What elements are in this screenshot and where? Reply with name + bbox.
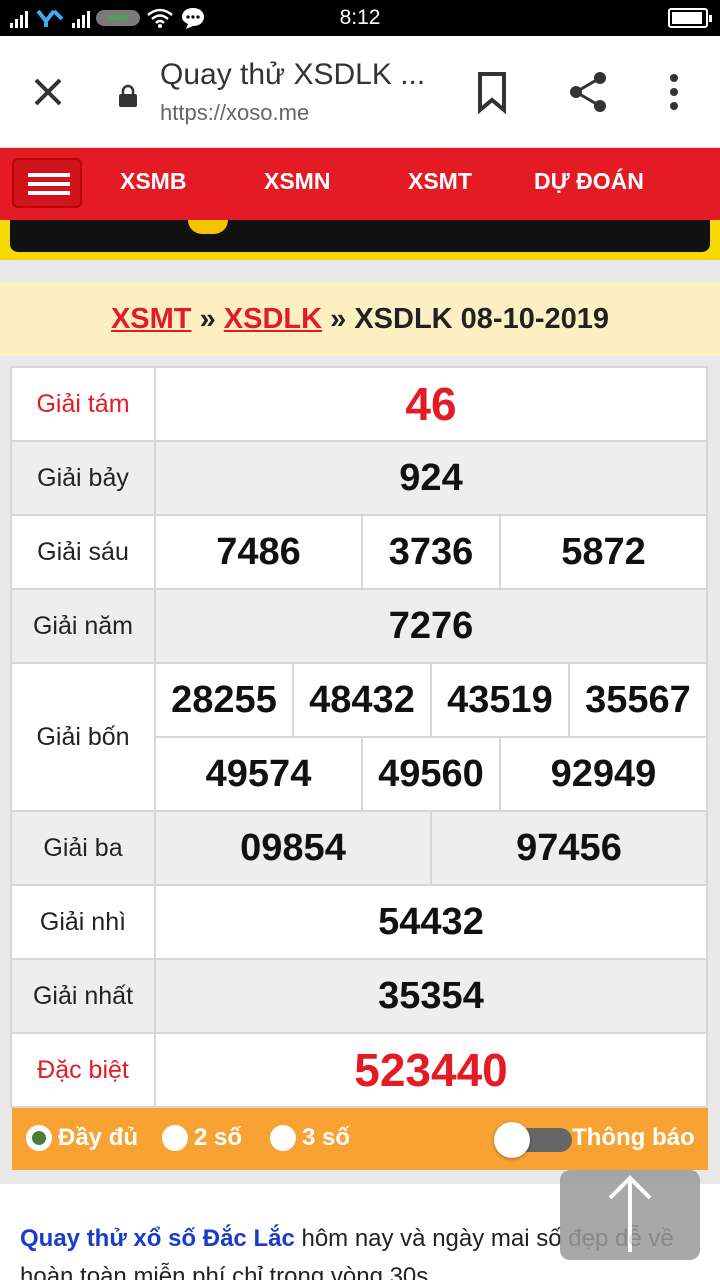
display-options-bar: Đầy đủ 2 số 3 số Thông báo [12, 1108, 708, 1170]
nav-xsmt[interactable]: XSMT [408, 168, 472, 195]
nav-xsmb[interactable]: XSMB [120, 168, 186, 195]
row-giai-bon: Giải bốn 28255 48432 43519 35567 [10, 662, 709, 812]
option-2-digits[interactable]: 2 số [162, 1124, 242, 1152]
option-2-label: 2 số [194, 1124, 243, 1151]
notification-toggle[interactable] [488, 1122, 574, 1158]
row-giai-nhat: Giải nhất 35354 [10, 958, 708, 1034]
prize-label: Giải nhất [10, 958, 156, 1034]
arrow-up-icon [608, 1175, 652, 1252]
breadcrumb-current: XSDLK 08-10-2019 [354, 303, 610, 335]
prize-label: Giải nhì [10, 884, 156, 960]
breadcrumb-separator: » [322, 303, 355, 335]
scroll-to-top-button[interactable] [560, 1170, 700, 1260]
prize-label: Giải sáu [10, 514, 156, 590]
row-dac-biet: Đặc biệt 523440 [10, 1032, 708, 1108]
prize-number: 7486 [154, 514, 363, 590]
ad-banner[interactable] [0, 220, 720, 260]
prize-number: 97456 [429, 810, 709, 886]
prize-number: 92949 [498, 736, 709, 812]
prize-number: 46 [154, 366, 708, 442]
radio-icon[interactable] [270, 1125, 296, 1151]
prize-number: 49560 [360, 736, 501, 812]
row-giai-tam: Giải tám 46 [10, 366, 708, 442]
prize-label: Giải năm [10, 588, 156, 664]
menu-button[interactable] [12, 158, 82, 208]
radio-icon[interactable] [162, 1125, 188, 1151]
close-icon[interactable] [26, 70, 70, 114]
bookmark-icon[interactable] [474, 70, 510, 114]
battery-icon [668, 8, 712, 28]
radio-selected-icon[interactable] [26, 1125, 52, 1151]
prize-number: 7276 [154, 588, 708, 664]
prize-number: 48432 [292, 662, 432, 738]
breadcrumb-link-xsmt[interactable]: XSMT [111, 303, 192, 335]
clock: 8:12 [339, 6, 381, 29]
option-3-label: 3 số [302, 1124, 351, 1151]
prize-label: Giải ba [10, 810, 156, 886]
breadcrumb: XSMT » XSDLK » XSDLK 08-10-2019 [0, 282, 720, 356]
results-table: Giải tám 46 Giải bảy 924 Giải sáu 7486 3… [10, 366, 709, 1108]
nav-du-doan[interactable]: DỰ ĐOÁN [534, 168, 644, 195]
breadcrumb-link-xsdlk[interactable]: XSDLK [224, 303, 322, 335]
status-bar: viettel 8:12 [0, 0, 720, 36]
prize-number: 5872 [498, 514, 709, 590]
option-full[interactable]: Đầy đủ [26, 1124, 138, 1152]
page-title: Quay thử XSDLK ... [160, 58, 426, 91]
option-full-label: Đầy đủ [58, 1124, 139, 1151]
row-giai-sau: Giải sáu 7486 3736 5872 [10, 514, 709, 590]
special-prize-number: 523440 [154, 1032, 708, 1108]
lock-icon [119, 84, 137, 107]
prize-number: 54432 [154, 884, 708, 960]
prize-number: 35567 [567, 662, 709, 738]
description-link[interactable]: Quay thử xổ số Đắc Lắc [20, 1225, 295, 1252]
prize-number: 3736 [360, 514, 501, 590]
row-giai-ba: Giải ba 09854 97456 [10, 810, 709, 886]
row-giai-bay: Giải bảy 924 [10, 440, 708, 516]
site-nav: XSMB XSMN XSMT DỰ ĐOÁN [0, 148, 720, 220]
row-giai-nhi: Giải nhì 54432 [10, 884, 708, 960]
page-url[interactable]: https://xoso.me [160, 100, 309, 126]
prize-number: 09854 [154, 810, 432, 886]
row-giai-nam: Giải năm 7276 [10, 588, 708, 664]
prize-number: 43519 [429, 662, 570, 738]
notification-label: Thông báo [572, 1124, 695, 1151]
prize-label: Giải bảy [10, 440, 156, 516]
prize-label: Đặc biệt [10, 1032, 156, 1108]
nav-xsmn[interactable]: XSMN [264, 168, 330, 195]
more-options-icon[interactable] [660, 72, 688, 112]
prize-number: 49574 [154, 736, 363, 812]
share-icon[interactable] [566, 70, 610, 114]
prize-number: 28255 [154, 662, 294, 738]
option-3-digits[interactable]: 3 số [270, 1124, 350, 1152]
prize-number: 924 [154, 440, 708, 516]
breadcrumb-separator: » [191, 303, 224, 335]
browser-toolbar: Quay thử XSDLK ... https://xoso.me [0, 36, 720, 148]
prize-number: 35354 [154, 958, 708, 1034]
prize-label: Giải bốn [10, 662, 156, 812]
prize-label: Giải tám [10, 366, 156, 442]
